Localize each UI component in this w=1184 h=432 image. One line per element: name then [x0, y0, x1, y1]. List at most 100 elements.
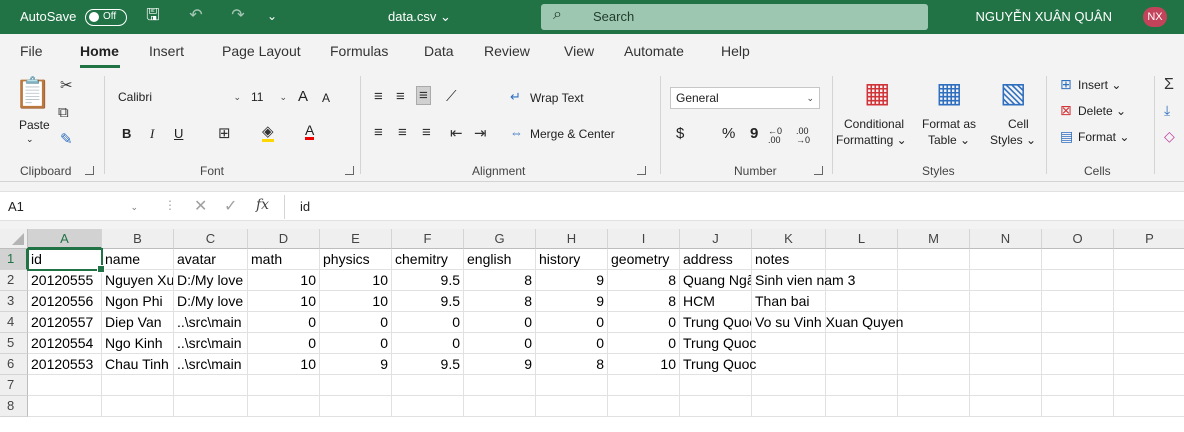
cell-e8[interactable]: [320, 396, 392, 417]
cell-k4[interactable]: Vo su Vinh Xuan Quyen: [752, 312, 903, 333]
tab-formulas[interactable]: Formulas: [330, 43, 388, 59]
cell-m3[interactable]: [898, 291, 970, 312]
cell-k7[interactable]: [752, 375, 826, 396]
cell-l7[interactable]: [826, 375, 898, 396]
orientation-icon[interactable]: ⟋: [446, 88, 457, 105]
cancel-icon[interactable]: ✕: [194, 196, 207, 216]
cell-c5[interactable]: ..\src\main: [174, 333, 248, 354]
cell-i7[interactable]: [608, 375, 680, 396]
font-launcher-icon[interactable]: [345, 166, 354, 175]
cell-a7[interactable]: [28, 375, 102, 396]
delete-cells-icon[interactable]: ⊠: [1060, 102, 1072, 119]
cell-p3[interactable]: [1114, 291, 1184, 312]
cell-e1[interactable]: physics: [320, 249, 392, 270]
cell-a8[interactable]: [28, 396, 102, 417]
cell-b4[interactable]: Diep Van: [102, 312, 174, 333]
cell-o4[interactable]: [1042, 312, 1114, 333]
bold-button[interactable]: B: [122, 126, 131, 141]
cell-d6[interactable]: 10: [248, 354, 320, 375]
cell-o1[interactable]: [1042, 249, 1114, 270]
cell-o2[interactable]: [1042, 270, 1114, 291]
format-as-table-button[interactable]: Format as: [922, 117, 976, 132]
cell-n2[interactable]: [970, 270, 1042, 291]
fill-color-icon[interactable]: ◈: [262, 124, 274, 142]
column-header-m[interactable]: M: [898, 229, 970, 249]
align-center-icon[interactable]: ≡: [398, 124, 407, 141]
cell-e6[interactable]: 9: [320, 354, 392, 375]
cell-d4[interactable]: 0: [248, 312, 320, 333]
insert-cells-icon[interactable]: ⊞: [1060, 76, 1072, 93]
cell-o6[interactable]: [1042, 354, 1114, 375]
cell-h6[interactable]: 8: [536, 354, 608, 375]
number-launcher-icon[interactable]: [814, 166, 823, 175]
cell-b6[interactable]: Chau Tinh: [102, 354, 174, 375]
cell-m5[interactable]: [898, 333, 970, 354]
tab-help[interactable]: Help: [721, 43, 750, 59]
cell-j2[interactable]: Quang Ngãi: [680, 270, 752, 291]
column-header-h[interactable]: H: [536, 229, 608, 249]
underline-button[interactable]: U: [174, 126, 183, 141]
cell-l1[interactable]: [826, 249, 898, 270]
cell-f7[interactable]: [392, 375, 464, 396]
row-header-4[interactable]: 4: [0, 312, 28, 333]
cell-p2[interactable]: [1114, 270, 1184, 291]
decrease-indent-icon[interactable]: ⇤: [450, 124, 463, 142]
cell-l8[interactable]: [826, 396, 898, 417]
cell-p8[interactable]: [1114, 396, 1184, 417]
format-cells-icon[interactable]: ▤: [1060, 128, 1073, 145]
cell-a1[interactable]: id: [28, 249, 102, 270]
font-name-select[interactable]: Calibri ⌄: [113, 87, 246, 109]
tab-automate[interactable]: Automate: [624, 43, 684, 59]
cell-m2[interactable]: [898, 270, 970, 291]
cell-b7[interactable]: [102, 375, 174, 396]
user-name[interactable]: NGUYỄN XUÂN QUÂN: [975, 0, 1112, 34]
paste-dropdown-icon[interactable]: ⌄: [26, 134, 34, 145]
cell-n3[interactable]: [970, 291, 1042, 312]
cell-h5[interactable]: 0: [536, 333, 608, 354]
cell-p1[interactable]: [1114, 249, 1184, 270]
column-header-o[interactable]: O: [1042, 229, 1114, 249]
cell-b3[interactable]: Ngon Phi: [102, 291, 174, 312]
column-header-c[interactable]: C: [174, 229, 248, 249]
cell-j1[interactable]: address: [680, 249, 752, 270]
paste-icon[interactable]: 📋: [14, 76, 51, 111]
cell-f5[interactable]: 0: [392, 333, 464, 354]
name-box[interactable]: A1 ⌄: [0, 195, 150, 219]
enter-icon[interactable]: ✓: [224, 196, 237, 216]
column-header-n[interactable]: N: [970, 229, 1042, 249]
cell-i2[interactable]: 8: [608, 270, 680, 291]
cell-f4[interactable]: 0: [392, 312, 464, 333]
cell-i4[interactable]: 0: [608, 312, 680, 333]
cell-b8[interactable]: [102, 396, 174, 417]
cell-a2[interactable]: 20120555: [28, 270, 102, 291]
conditional-formatting-button[interactable]: Conditional: [844, 117, 904, 132]
cell-o5[interactable]: [1042, 333, 1114, 354]
row-header-2[interactable]: 2: [0, 270, 28, 291]
cell-p4[interactable]: [1114, 312, 1184, 333]
cell-o7[interactable]: [1042, 375, 1114, 396]
font-size-select[interactable]: 11 ⌄: [246, 87, 292, 109]
cell-m8[interactable]: [898, 396, 970, 417]
cell-p5[interactable]: [1114, 333, 1184, 354]
column-header-i[interactable]: I: [608, 229, 680, 249]
cell-n5[interactable]: [970, 333, 1042, 354]
tab-view[interactable]: View: [564, 43, 594, 59]
row-header-6[interactable]: 6: [0, 354, 28, 375]
customize-qat-icon[interactable]: ⌄: [262, 6, 282, 26]
cell-f8[interactable]: [392, 396, 464, 417]
search-box[interactable]: ⌕ Search: [541, 4, 928, 30]
clipboard-launcher-icon[interactable]: [85, 166, 94, 175]
conditional-formatting-icon[interactable]: ▦: [864, 76, 890, 109]
column-header-k[interactable]: K: [752, 229, 826, 249]
column-header-f[interactable]: F: [392, 229, 464, 249]
save-icon[interactable]: 🖫: [143, 6, 163, 26]
cell-d2[interactable]: 10: [248, 270, 320, 291]
column-header-l[interactable]: L: [826, 229, 898, 249]
font-color-icon[interactable]: A: [305, 123, 315, 140]
align-right-icon[interactable]: ≡: [422, 124, 431, 141]
cell-e5[interactable]: 0: [320, 333, 392, 354]
cell-d7[interactable]: [248, 375, 320, 396]
cell-b1[interactable]: name: [102, 249, 174, 270]
align-middle-icon[interactable]: ≡: [396, 88, 405, 105]
tab-home[interactable]: Home: [80, 43, 119, 59]
